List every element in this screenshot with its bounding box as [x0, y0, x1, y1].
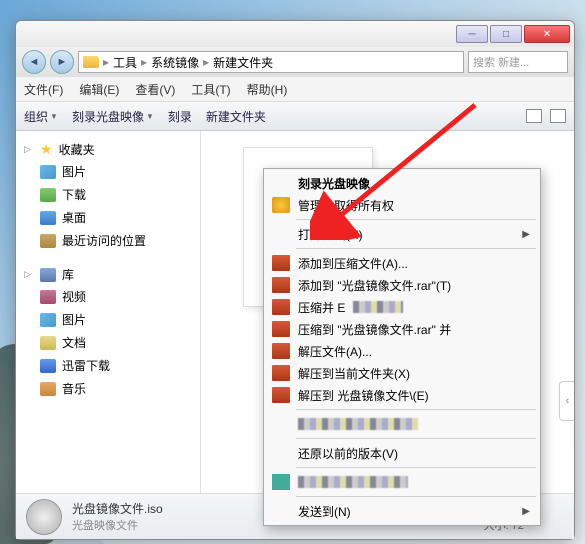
ctx-blurred-1[interactable]	[266, 413, 538, 435]
chevron-right-icon: ▶	[522, 506, 530, 517]
address-field[interactable]: ▸ 工具 ▸ 系统镜像 ▸ 新建文件夹	[78, 51, 464, 73]
rar-icon	[272, 321, 290, 337]
app-icon	[272, 474, 290, 490]
breadcrumb-3[interactable]: 新建文件夹	[213, 54, 273, 71]
chevron-right-icon: ▶	[522, 229, 530, 240]
address-bar: ◄ ► ▸ 工具 ▸ 系统镜像 ▸ 新建文件夹 搜索 新建...	[16, 47, 574, 77]
download-icon	[40, 188, 56, 202]
menu-bar: 文件(F) 编辑(E) 查看(V) 工具(T) 帮助(H)	[16, 77, 574, 101]
ctx-add-archive[interactable]: 添加到压缩文件(A)...	[266, 252, 538, 274]
sidebar-item-downloads[interactable]: 下载	[16, 183, 200, 206]
blank-icon	[272, 226, 290, 242]
ctx-send-to[interactable]: 发送到(N)▶	[266, 500, 538, 522]
close-button[interactable]: ✕	[524, 25, 570, 43]
thunder-icon	[40, 359, 56, 373]
ctx-compress-to[interactable]: 压缩到 "光盘镜像文件.rar" 并	[266, 318, 538, 340]
sidebar-favorites-header[interactable]: ▷★ 收藏夹	[16, 139, 200, 160]
breadcrumb-2[interactable]: 系统镜像	[151, 54, 199, 71]
toolbar-organize[interactable]: 组织▼	[24, 108, 58, 125]
shield-icon	[272, 197, 290, 213]
rar-icon	[272, 365, 290, 381]
sidebar-item-recent[interactable]: 最近访问的位置	[16, 229, 200, 252]
blurred-text	[298, 418, 418, 430]
ctx-open-with[interactable]: 打开方式(H)▶	[266, 223, 538, 245]
sidebar-item-thunder[interactable]: 迅雷下载	[16, 354, 200, 377]
toolbar-burn[interactable]: 刻录	[168, 108, 192, 125]
blank-icon	[272, 503, 290, 519]
library-icon	[40, 268, 56, 282]
separator	[296, 467, 536, 468]
blurred-text	[353, 301, 403, 313]
sidebar-item-pictures[interactable]: 图片	[16, 160, 200, 183]
ctx-blurred-2[interactable]	[266, 471, 538, 493]
ctx-extract[interactable]: 解压文件(A)...	[266, 340, 538, 362]
pictures-icon	[40, 165, 56, 179]
ctx-compress-email[interactable]: 压缩并 E	[266, 296, 538, 318]
menu-edit[interactable]: 编辑(E)	[79, 81, 119, 98]
toolbar-burn-image[interactable]: 刻录光盘映像▼	[72, 108, 154, 125]
sidebar-item-videos[interactable]: 视频	[16, 285, 200, 308]
menu-file[interactable]: 文件(F)	[24, 81, 63, 98]
disc-icon	[26, 499, 62, 535]
titlebar: ─ □ ✕	[16, 21, 574, 47]
status-filetype: 光盘映像文件	[72, 517, 163, 533]
document-icon	[40, 336, 56, 350]
menu-view[interactable]: 查看(V)	[135, 81, 175, 98]
back-button[interactable]: ◄	[22, 50, 46, 74]
blank-icon	[272, 416, 290, 432]
rar-icon	[272, 343, 290, 359]
separator	[296, 409, 536, 410]
side-tab[interactable]: ‹	[559, 381, 574, 421]
pictures-icon	[40, 313, 56, 327]
maximize-button[interactable]: □	[490, 25, 522, 43]
separator	[296, 219, 536, 220]
status-filename: 光盘镜像文件.iso	[72, 500, 163, 517]
ctx-extract-here[interactable]: 解压到当前文件夹(X)	[266, 362, 538, 384]
sidebar-item-documents[interactable]: 文档	[16, 331, 200, 354]
star-icon: ★	[40, 141, 53, 158]
blank-icon	[272, 445, 290, 461]
toolbar: 组织▼ 刻录光盘映像▼ 刻录 新建文件夹	[16, 101, 574, 131]
rar-icon	[272, 277, 290, 293]
music-icon	[40, 382, 56, 396]
ctx-burn-image[interactable]: 刻录光盘映像	[266, 172, 538, 194]
separator	[296, 248, 536, 249]
view-options-button[interactable]	[526, 109, 542, 123]
sidebar: ▷★ 收藏夹 图片 下载 桌面 最近访问的位置 ▷ 库 视频 图片 文档 迅雷下…	[16, 131, 201, 493]
ctx-extract-to[interactable]: 解压到 光盘镜像文件\(E)	[266, 384, 538, 406]
ctx-restore-versions[interactable]: 还原以前的版本(V)	[266, 442, 538, 464]
sidebar-item-desktop[interactable]: 桌面	[16, 206, 200, 229]
separator	[296, 438, 536, 439]
sidebar-libraries-header[interactable]: ▷ 库	[16, 264, 200, 285]
menu-help[interactable]: 帮助(H)	[247, 81, 288, 98]
ctx-admin-owner[interactable]: 管理员取得所有权	[266, 194, 538, 216]
desktop-icon	[40, 211, 56, 225]
rar-icon	[272, 255, 290, 271]
recent-icon	[40, 234, 56, 248]
sidebar-item-music[interactable]: 音乐	[16, 377, 200, 400]
separator	[296, 496, 536, 497]
minimize-button[interactable]: ─	[456, 25, 488, 43]
folder-icon	[83, 56, 99, 68]
sidebar-item-pics-lib[interactable]: 图片	[16, 308, 200, 331]
menu-tools[interactable]: 工具(T)	[191, 81, 230, 98]
search-input[interactable]: 搜索 新建...	[468, 51, 568, 73]
forward-button[interactable]: ►	[50, 50, 74, 74]
rar-icon	[272, 387, 290, 403]
blurred-text	[298, 476, 408, 488]
video-icon	[40, 290, 56, 304]
ctx-add-rar[interactable]: 添加到 "光盘镜像文件.rar"(T)	[266, 274, 538, 296]
blank-icon	[272, 175, 290, 191]
breadcrumb-1[interactable]: 工具	[113, 54, 137, 71]
preview-pane-button[interactable]	[550, 109, 566, 123]
context-menu: 刻录光盘映像 管理员取得所有权 打开方式(H)▶ 添加到压缩文件(A)... 添…	[263, 168, 541, 526]
rar-icon	[272, 299, 290, 315]
toolbar-new-folder[interactable]: 新建文件夹	[206, 108, 266, 125]
